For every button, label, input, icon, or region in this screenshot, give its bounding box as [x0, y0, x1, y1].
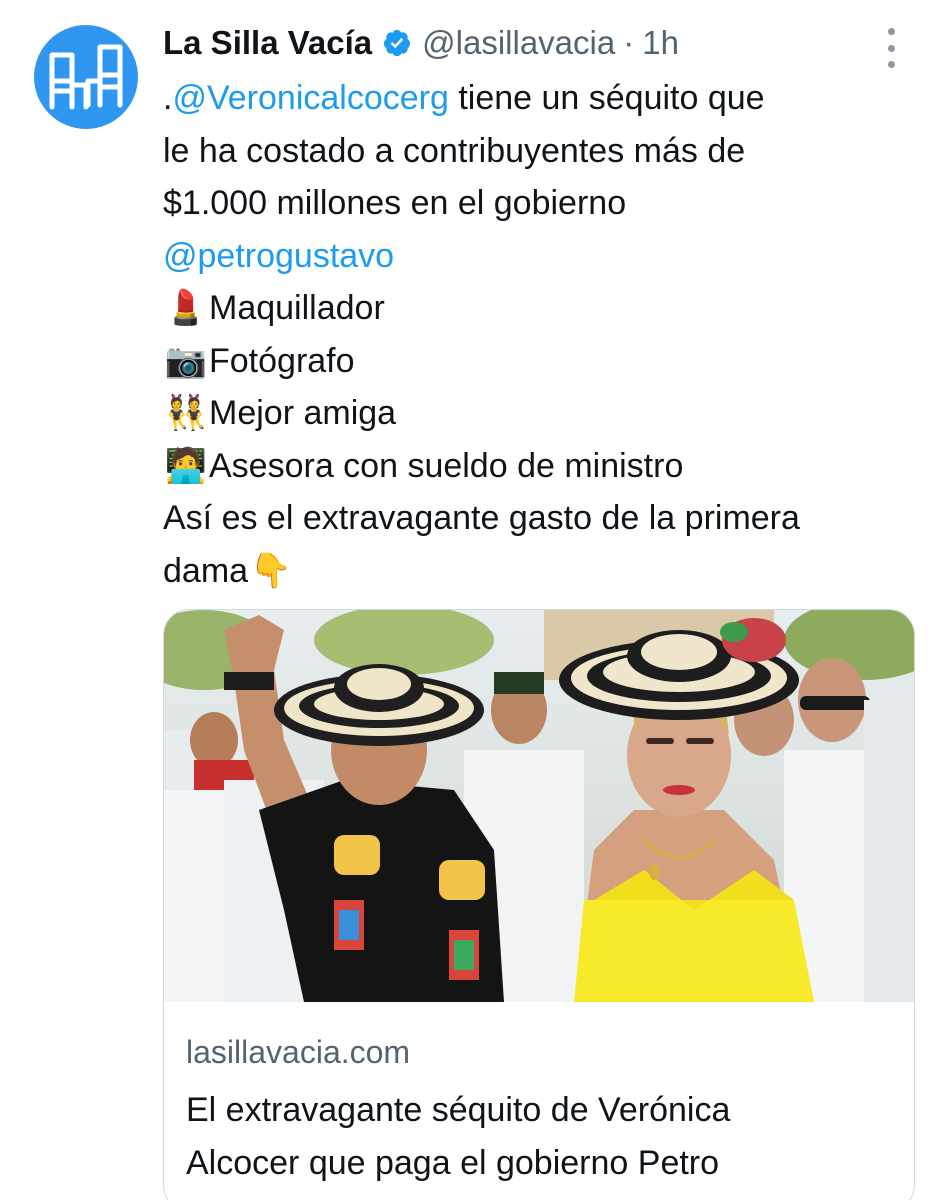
tweet-text-line: dama👇 [163, 545, 923, 598]
separator-dot: · [623, 24, 635, 61]
tweet-text-line: .@Veronicalcocerg tiene un séquito que [163, 72, 923, 125]
dancers-emoji-icon: 👯 [164, 393, 208, 433]
tweet-text-line: @petrogustavo [163, 230, 923, 283]
card-domain: lasillavacia.com [186, 1034, 411, 1070]
mention-link[interactable]: @petrogustavo [163, 237, 394, 275]
text-segment: Asesora con sueldo de ministro [209, 446, 684, 485]
card-title-line: Alcocer que paga el gobierno Petro [186, 1144, 720, 1182]
tweet-text-line: 💄Maquillador [163, 282, 923, 335]
technologist-emoji-icon: 🧑‍💻 [164, 445, 208, 486]
text-segment: Mejor amiga [209, 394, 397, 432]
mention-link[interactable]: @Veronicalcocerg [172, 79, 448, 117]
more-options-icon[interactable] [880, 28, 902, 68]
tweet-text: .@Veronicalcocerg tiene un séquito que l… [163, 72, 923, 597]
tweet-text-line: Así es el extravagante gasto de la prime… [163, 499, 800, 537]
tweet-text-line: 👯Mejor amiga [163, 387, 923, 440]
tweet-timestamp[interactable]: 1h [642, 24, 679, 62]
avatar[interactable] [34, 25, 138, 129]
verified-badge-icon [384, 29, 411, 57]
link-preview-card[interactable]: lasillavacia.com El extravagante séquito… [163, 609, 915, 1200]
tweet-header: La Silla Vacía @lasillavacia · 1h [163, 18, 679, 68]
author-display-name[interactable]: La Silla Vacía [163, 24, 372, 62]
tweet-text-line: 🧑‍💻Asesora con sueldo de ministro [163, 440, 923, 493]
tweet-text-line: $1.000 millones en el gobierno [163, 184, 627, 222]
text-segment: Fotógrafo [209, 341, 355, 380]
lipstick-emoji-icon: 💄 [164, 288, 208, 328]
card-title: El extravagante séquito de Verónica Alco… [186, 1084, 896, 1190]
two-chairs-logo-icon [49, 44, 123, 110]
text-segment: Maquillador [209, 289, 385, 327]
card-image[interactable] [164, 610, 914, 1002]
camera-emoji-icon: 📷 [164, 340, 208, 381]
tweet[interactable]: La Silla Vacía @lasillavacia · 1h .@Vero… [0, 0, 944, 1200]
pointing-down-emoji-icon: 👇 [249, 550, 293, 591]
card-title-line: El extravagante séquito de Verónica [186, 1091, 731, 1129]
text-segment: dama [163, 551, 249, 590]
tweet-text-line: le ha costado a contribuyentes más de [163, 131, 746, 170]
text-segment: tiene un séquito que [448, 79, 765, 117]
tweet-text-line: 📷Fotógrafo [163, 335, 923, 388]
author-handle[interactable]: @lasillavacia [422, 24, 615, 62]
